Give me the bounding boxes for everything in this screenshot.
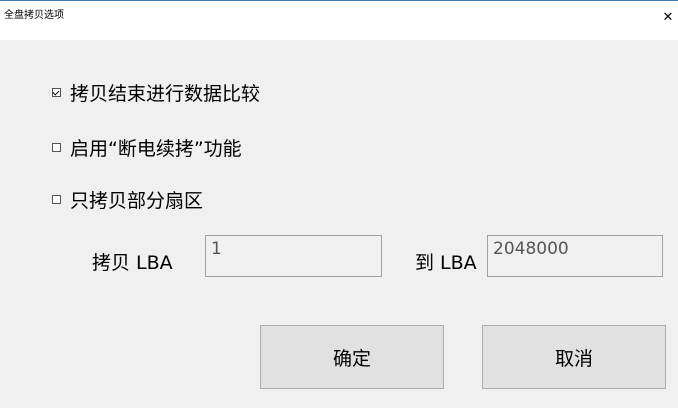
checkbox-partial[interactable] — [52, 195, 61, 204]
cancel-button[interactable]: 取消 — [482, 325, 666, 389]
ok-button[interactable]: 确定 — [260, 325, 444, 389]
dialog-body: 拷贝结束进行数据比较 启用“断电续拷”功能 只拷贝部分扇区 拷贝 LBA 1 到… — [0, 40, 678, 408]
option-partial-sectors[interactable]: 只拷贝部分扇区 — [52, 186, 203, 213]
option-compare-after-copy[interactable]: 拷贝结束进行数据比较 — [52, 79, 260, 106]
from-lba-input[interactable]: 1 — [205, 235, 382, 277]
option-label: 拷贝结束进行数据比较 — [70, 83, 261, 105]
option-label: 启用“断电续拷”功能 — [70, 138, 242, 160]
checkbox-resume[interactable] — [52, 143, 61, 152]
close-icon[interactable]: ✕ — [658, 1, 678, 39]
from-lba-label: 拷贝 LBA — [92, 252, 173, 274]
to-lba-label: 到 LBA — [415, 252, 477, 274]
option-resume-copy[interactable]: 启用“断电续拷”功能 — [52, 134, 242, 161]
to-lba-input[interactable]: 2048000 — [487, 235, 663, 277]
checkbox-compare[interactable] — [52, 88, 61, 97]
window-title: 全盘拷贝选项 — [4, 10, 64, 21]
option-label: 只拷贝部分扇区 — [70, 190, 204, 212]
title-bar: 全盘拷贝选项 ✕ — [0, 0, 678, 40]
